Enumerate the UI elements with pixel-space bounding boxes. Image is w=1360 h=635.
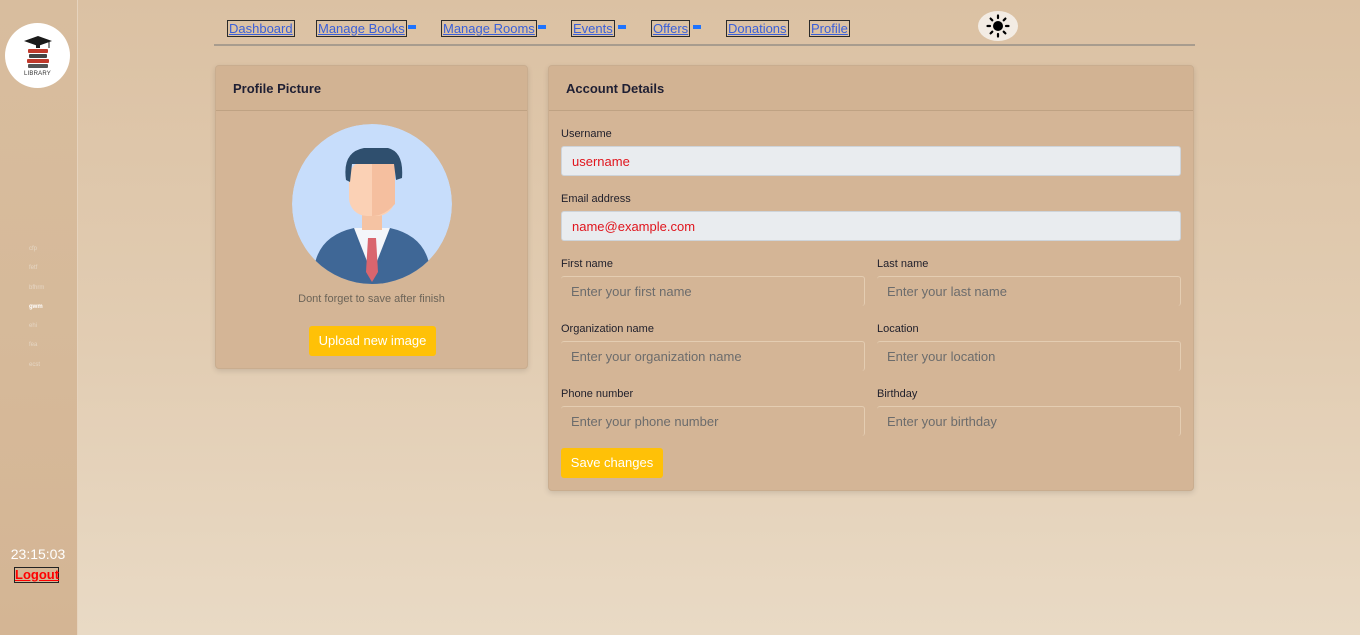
first-name-label: First name: [561, 258, 613, 270]
chevron-down-icon[interactable]: [693, 25, 701, 29]
sidebar: LIBRARY cfp fetf bfhrm gwm ehi fea ecst …: [0, 0, 78, 635]
email-label: Email address: [561, 193, 631, 205]
sidebar-item[interactable]: ehi: [29, 322, 44, 341]
location-field[interactable]: Enter your location: [877, 341, 1181, 371]
save-hint: Dont forget to save after finish: [298, 293, 445, 305]
card-title: Profile Picture: [216, 66, 527, 111]
chevron-down-icon[interactable]: [408, 25, 416, 29]
upload-image-button[interactable]: Upload new image: [309, 326, 436, 356]
username-label: Username: [561, 128, 612, 140]
first-name-field[interactable]: Enter your first name: [561, 276, 865, 306]
organization-field[interactable]: Enter your organization name: [561, 341, 865, 371]
sidebar-item[interactable]: bfhrm: [29, 284, 44, 303]
nav-manage-rooms[interactable]: Manage Rooms: [441, 20, 537, 37]
sidebar-item-active[interactable]: gwm: [29, 303, 44, 322]
avatar: [292, 124, 452, 284]
nav-profile[interactable]: Profile: [809, 20, 850, 37]
profile-picture-card: Profile Picture Dont forget to save afte…: [215, 65, 528, 369]
location-label: Location: [877, 323, 919, 335]
top-nav: Dashboard Manage Books Manage Rooms Even…: [214, 11, 1195, 46]
sidebar-item[interactable]: fea: [29, 341, 44, 360]
sun-icon: [986, 14, 1010, 38]
chevron-down-icon[interactable]: [618, 25, 626, 29]
nav-offers[interactable]: Offers: [651, 20, 691, 37]
clock: 23:15:03: [10, 546, 66, 562]
birthday-label: Birthday: [877, 388, 918, 400]
library-logo[interactable]: LIBRARY: [5, 23, 70, 88]
nav-events[interactable]: Events: [571, 20, 615, 37]
last-name-field[interactable]: Enter your last name: [877, 276, 1181, 306]
sidebar-item[interactable]: cfp: [29, 245, 44, 264]
phone-field[interactable]: Enter your phone number: [561, 406, 865, 436]
sidebar-item[interactable]: ecst: [29, 361, 44, 380]
last-name-label: Last name: [877, 258, 929, 270]
birthday-field[interactable]: Enter your birthday: [877, 406, 1181, 436]
organization-label: Organization name: [561, 323, 654, 335]
chevron-down-icon[interactable]: [538, 25, 546, 29]
user-avatar-icon: [292, 124, 452, 284]
book-stack-icon: [23, 36, 52, 68]
theme-toggle[interactable]: [978, 11, 1018, 41]
logout-link[interactable]: Logout: [14, 567, 59, 583]
logo-text: LIBRARY: [24, 71, 51, 77]
email-field[interactable]: name@example.com: [561, 211, 1181, 241]
card-title: Account Details: [549, 66, 1193, 111]
sidebar-menu: cfp fetf bfhrm gwm ehi fea ecst: [29, 245, 44, 380]
save-changes-button[interactable]: Save changes: [561, 448, 663, 478]
nav-donations[interactable]: Donations: [726, 20, 789, 37]
account-details-card: Account Details Username username Email …: [548, 65, 1194, 491]
username-field[interactable]: username: [561, 146, 1181, 176]
phone-label: Phone number: [561, 388, 634, 400]
nav-manage-books[interactable]: Manage Books: [316, 20, 407, 37]
nav-dashboard[interactable]: Dashboard: [227, 20, 295, 37]
sidebar-item[interactable]: fetf: [29, 264, 44, 283]
